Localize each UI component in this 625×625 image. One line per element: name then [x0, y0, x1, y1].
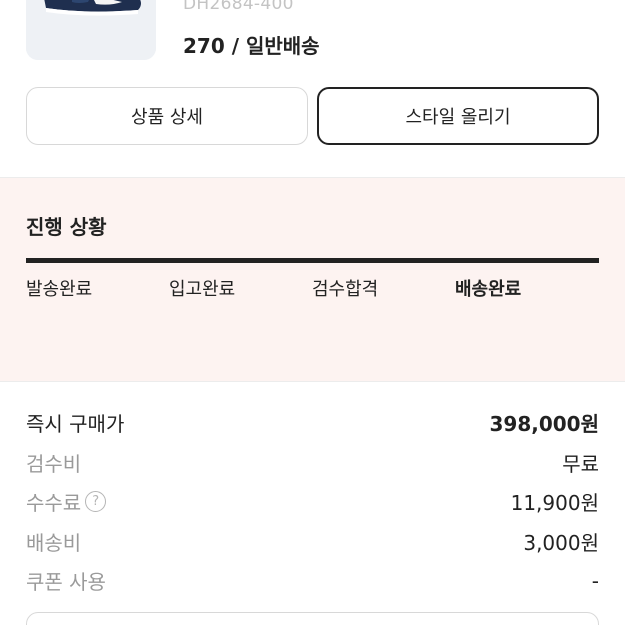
- shipping-value: 3,000원: [523, 531, 599, 555]
- bottom-card[interactable]: [26, 612, 599, 625]
- step-shipped: 발송완료: [26, 279, 93, 300]
- step-warehoused: 입고완료: [169, 279, 236, 300]
- fee-label: 수수료: [26, 491, 82, 515]
- upload-style-button[interactable]: 스타일 올리기: [317, 87, 599, 145]
- coupon-value: -: [591, 568, 599, 593]
- buy-now-label: 즉시 구매가: [26, 412, 125, 436]
- product-detail-button[interactable]: 상품 상세: [26, 87, 308, 145]
- product-code: DH2684-400: [183, 0, 294, 14]
- progress-section: 진행 상황 발송완료 입고완료 검수합격 배송완료: [0, 177, 625, 382]
- price-row-buy-now: 즉시 구매가 398,000원: [26, 408, 599, 437]
- price-row-shipping: 배송비 3,000원: [26, 527, 599, 556]
- fee-value: 11,900원: [510, 491, 599, 515]
- shipping-label: 배송비: [26, 531, 82, 555]
- price-row-inspection: 검수비 무료: [26, 448, 599, 477]
- upload-style-label: 스타일 올리기: [405, 107, 511, 128]
- question-circle-icon[interactable]: ?: [85, 491, 107, 512]
- step-inspection-passed: 검수합격: [312, 279, 379, 300]
- inspection-value: 무료: [562, 452, 599, 476]
- coupon-label: 쿠폰 사용: [26, 570, 106, 594]
- product-detail-label: 상품 상세: [131, 107, 203, 128]
- progress-title: 진행 상황: [26, 215, 107, 239]
- fee-label-group: 수수료 ?: [26, 487, 107, 516]
- progress-bar: [26, 258, 599, 263]
- price-row-fee: 수수료 ? 11,900원: [26, 487, 599, 516]
- inspection-label: 검수비: [26, 452, 82, 476]
- price-row-coupon: 쿠폰 사용 -: [26, 566, 599, 595]
- buy-now-value: 398,000원: [489, 412, 600, 436]
- product-image[interactable]: [26, 0, 156, 60]
- step-delivered: 배송완료: [455, 279, 522, 300]
- product-option: 270 / 일반배송: [183, 34, 320, 58]
